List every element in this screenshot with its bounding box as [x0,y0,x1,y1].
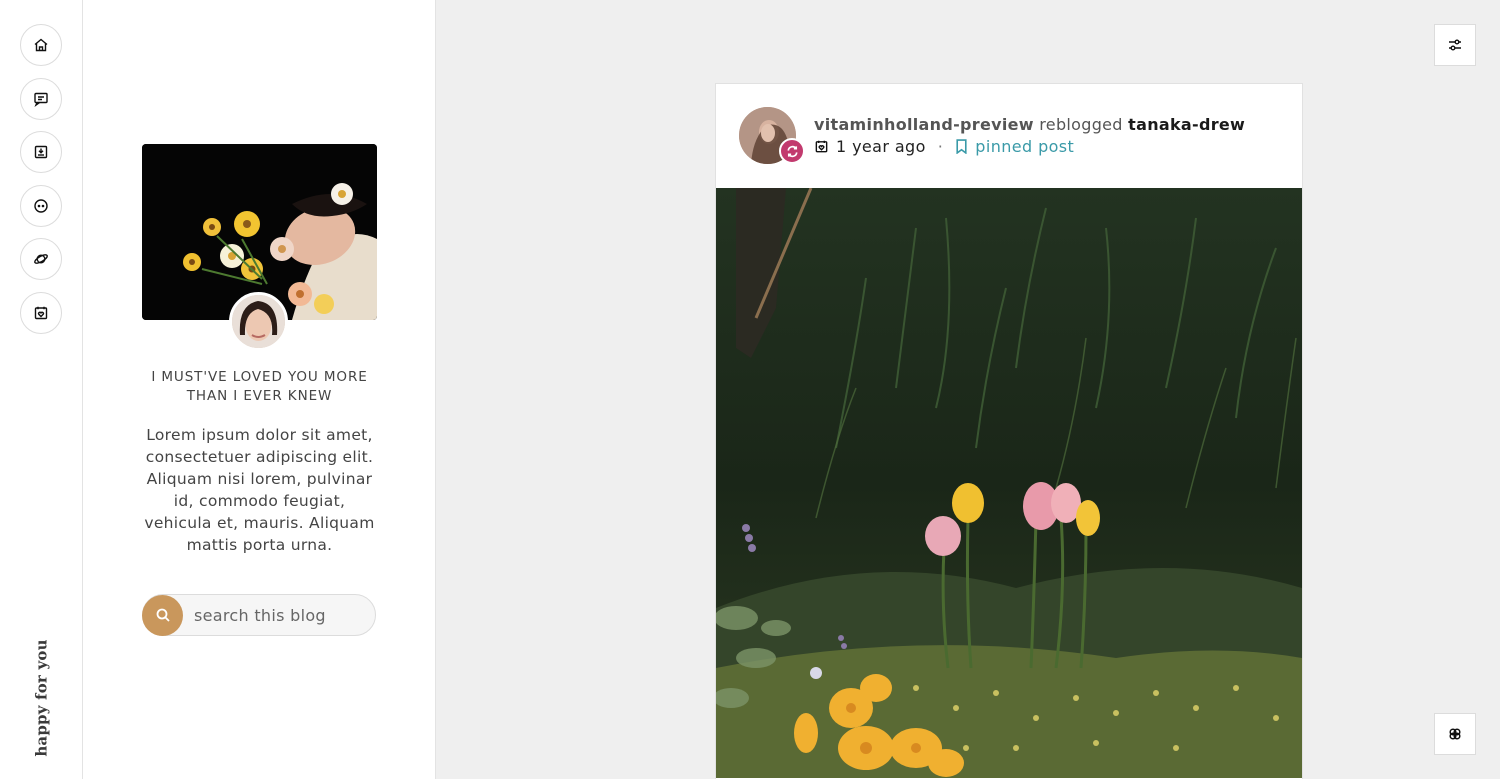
sliders-icon [1449,39,1461,51]
inbox-icon [34,145,48,159]
calendar-heart-icon [34,306,48,320]
vertical-title-text: happy for you [33,639,52,757]
original-author-link[interactable]: tanaka-drew [1128,115,1245,134]
message-icon [34,92,48,107]
pinned-label: pinned post [975,137,1075,156]
planet-icon [34,254,48,264]
theme-credit-button[interactable] [1434,713,1476,755]
sidebar: I MUST'VE LOVED YOU MORE THAN I EVER KNE… [83,0,436,779]
customize-button[interactable] [1434,24,1476,66]
post-card: vitaminholland-preview reblogged tanaka-… [715,83,1303,779]
search-button[interactable] [142,594,183,636]
home-icon [34,38,48,52]
search-input[interactable] [194,605,364,625]
face-icon [34,199,48,213]
search-box [142,594,376,636]
meta-separator: · [937,137,944,156]
pinned-indicator: pinned post [955,137,1074,156]
post-meta: 1 year ago · pinned post [814,137,1074,156]
search-icon [156,608,170,622]
messages-button[interactable] [20,78,62,120]
reblogger-link[interactable]: vitaminholland-preview [814,115,1034,134]
reblog-badge [779,138,805,164]
inbox-button[interactable] [20,131,62,173]
post-timestamp[interactable]: 1 year ago [836,137,926,156]
reblog-action: reblogged [1039,115,1123,134]
about-button[interactable] [20,185,62,227]
reblog-line: vitaminholland-preview reblogged tanaka-… [814,115,1245,134]
clover-icon [1449,728,1461,740]
icon-rail: happy for you [0,0,83,779]
blog-description: Lorem ipsum dolor sit amet, consectetuer… [144,426,375,554]
calendar-heart-icon [815,140,828,153]
bookmark-icon [956,139,967,154]
post-header: vitaminholland-preview reblogged tanaka-… [716,84,1302,188]
home-button[interactable] [20,24,62,66]
explore-button[interactable] [20,238,62,280]
blog-title: I MUST'VE LOVED YOU MORE THAN I EVER KNE… [151,369,368,404]
archive-button[interactable] [20,292,62,334]
blog-vertical-title: happy for you [10,636,74,760]
post-photo[interactable] [716,188,1302,778]
reblog-icon [786,145,798,157]
blog-avatar[interactable] [229,292,288,351]
